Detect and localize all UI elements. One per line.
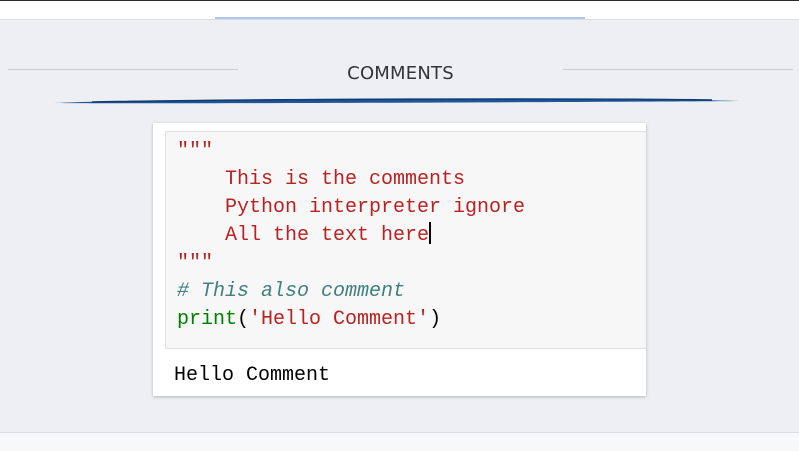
code-line-print: print('Hello Comment') <box>177 306 441 334</box>
title-divider-right <box>563 69 793 70</box>
print-open-paren: ( <box>237 308 250 331</box>
code-line-docstring: This is the comments <box>177 168 466 191</box>
print-keyword: print <box>177 308 238 331</box>
title-underline-swoosh <box>54 98 740 104</box>
print-close-paren: ) <box>429 308 442 331</box>
code-line-docstring-cursor: All the text here <box>177 222 432 250</box>
code-input-area[interactable]: """ This is the comments Python interpre… <box>165 131 646 349</box>
top-bar <box>0 0 799 20</box>
notebook-cell[interactable]: """ This is the comments Python interpre… <box>153 123 646 396</box>
code-line-comment: # This also comment <box>177 280 406 303</box>
slide-title: COMMENTS <box>347 63 454 84</box>
code-line-docstring-open: """ <box>177 140 214 163</box>
code-line-docstring-close: """ <box>177 252 214 275</box>
print-string: 'Hello Comment' <box>249 308 430 331</box>
bottom-bar <box>0 432 799 451</box>
text-cursor <box>429 222 432 244</box>
title-divider-left <box>8 69 238 70</box>
presentation-frame: COMMENTS """ This is the comments Python… <box>0 0 799 451</box>
cell-output: Hello Comment <box>174 364 331 387</box>
code-line-docstring: Python interpreter ignore <box>177 196 526 219</box>
code-line-docstring-text: All the text here <box>177 224 430 247</box>
